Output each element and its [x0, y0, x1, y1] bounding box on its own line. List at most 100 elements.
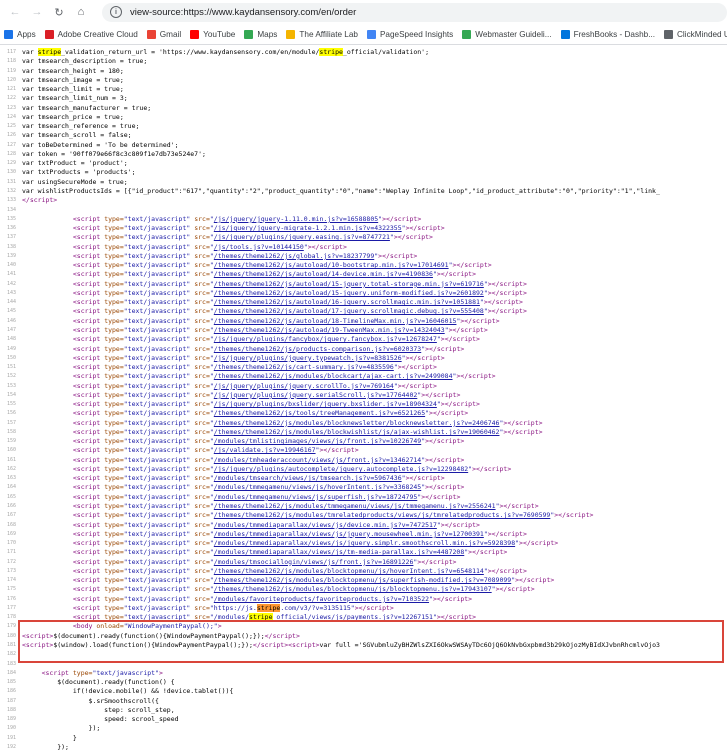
line-content: <script type="text/javascript" src="/js/…: [22, 391, 460, 400]
script-src-link[interactable]: /js/jquery/plugins/autocomplete/jquery.a…: [214, 465, 468, 473]
script-src-link[interactable]: /themes/theme1262/js/autoload/10-bootstr…: [214, 261, 449, 269]
script-src-link[interactable]: /themes/theme1262/js/autoload/16-jquery.…: [214, 298, 480, 306]
line-number: 171: [6, 549, 16, 556]
script-src-link[interactable]: /modules/tmsearch/views/js/tmsearch.js?v…: [214, 474, 402, 482]
script-src-link[interactable]: /js/jquery/plugins/jquery.serialScroll.j…: [214, 391, 418, 399]
script-src-link[interactable]: /themes/theme1262/js/modules/blockwishli…: [214, 428, 500, 436]
script-src-link[interactable]: /modules/tmheaderaccount/views/js/front.…: [214, 456, 421, 464]
attr-name: src=: [190, 576, 210, 585]
code-token: $(document).ready(function(){WindowPayme…: [53, 631, 265, 640]
code-token[interactable]: /modules/: [214, 613, 249, 621]
script-src-link[interactable]: /themes/theme1262/js/modules/tmrelatedpr…: [214, 511, 551, 519]
line-content: <script>$(document).ready(function(){Win…: [22, 632, 300, 641]
code-token: <script>: [22, 641, 54, 649]
script-src-link[interactable]: /themes/theme1262/js/cart-summary.js?v=4…: [214, 363, 394, 371]
script-src-link[interactable]: /themes/theme1262/js/tools/treeManagemen…: [214, 409, 425, 417]
attr-name: type=: [104, 566, 124, 575]
code-token: type=: [104, 603, 124, 612]
script-src-link[interactable]: /modules/tmmediaparallax/views/js/tm-med…: [214, 548, 464, 556]
bookmark-4[interactable]: Maps: [244, 29, 277, 39]
bookmark-1[interactable]: Adobe Creative Cloud: [44, 29, 138, 39]
line-content: var tmsearch_height = 180;: [22, 67, 124, 76]
script-src-link[interactable]: /modules/favoriteproducts/favoriteproduc…: [214, 595, 429, 603]
script-src-link[interactable]: /themes/theme1262/js/modules/blocktopmen…: [214, 567, 484, 575]
url-text[interactable]: view-source:https://www.kaydansensory.co…: [130, 7, 356, 18]
line-number: 189: [6, 716, 16, 723]
script-src-link[interactable]: /themes/theme1262/js/modules/blocknewsle…: [214, 419, 500, 427]
attr-name: type=: [104, 446, 124, 455]
script-src-link[interactable]: /js/jquery/plugins/bxslider/jquery.bxsli…: [214, 400, 437, 408]
script-src-link[interactable]: /themes/theme1262/js/modules/blockcart/a…: [214, 372, 453, 380]
line-number: 152: [6, 373, 16, 380]
script-src-link[interactable]: /js/jquery/plugins/jquery.scrollTo.js?v=…: [214, 382, 394, 390]
script-src-link[interactable]: /modules/tmmediaparallax/views/js/device…: [214, 521, 437, 529]
tag-open: <script: [72, 233, 105, 242]
bookmark-2[interactable]: Gmail: [146, 29, 181, 39]
attr-name: src=: [190, 325, 210, 334]
script-src-link[interactable]: /modules/tmlistingimages/views/js/front.…: [214, 437, 421, 445]
code-token: var txtProduct = 'product';: [22, 159, 128, 168]
attr-name: src=: [190, 585, 210, 594]
code-token: >: [159, 668, 163, 677]
script-src-link[interactable]: /js/jquery/jquery-1.11.0.min.js?v=165888…: [214, 215, 378, 223]
bookmark-0[interactable]: Apps: [4, 29, 36, 39]
attr-name: src=: [190, 566, 210, 575]
address-bar[interactable]: i view-source:https://www.kaydansensory.…: [102, 2, 727, 22]
line-content: step: scroll_step,: [22, 706, 174, 715]
script-src-link[interactable]: /modules/tmmegamenu/views/js/hoverIntent…: [214, 483, 421, 491]
tag-open: <script: [72, 224, 105, 233]
code-token: _official/validation';: [342, 48, 429, 56]
line-number: 186: [6, 688, 16, 695]
bookmark-3[interactable]: YouTube: [190, 29, 235, 39]
back-button[interactable]: ←: [6, 3, 24, 21]
line-content: <script type="text/javascript" src="/mod…: [22, 595, 472, 604]
script-src-link[interactable]: /themes/theme1262/js/autoload/14-device.…: [214, 270, 433, 278]
source-line: 134: [0, 206, 727, 215]
script-src-link[interactable]: /modules/tmmediaparallax/views/js/jquery…: [214, 530, 484, 538]
tag-open: <script: [72, 418, 105, 427]
script-src-link[interactable]: /modules/tmmediaparallax/views/js/jquery…: [214, 539, 515, 547]
attr-name: src=: [190, 529, 210, 538]
script-src-link[interactable]: /modules/tmsociallogin/views/js/front.js…: [214, 558, 414, 566]
bookmark-8[interactable]: FreshBooks - Dashb...: [560, 29, 655, 39]
attr-value: "text/javascript": [123, 251, 191, 260]
source-line: 165 <script type="text/javascript" src="…: [0, 493, 727, 502]
script-src-link[interactable]: /themes/theme1262/js/autoload/15-jquery.…: [214, 280, 484, 288]
attr-name: src=: [190, 251, 210, 260]
source-line: 176 <script type="text/javascript" src="…: [0, 595, 727, 604]
home-button[interactable]: ⌂: [72, 3, 90, 21]
script-src-link[interactable]: /js/validate.js?v=19946167: [214, 446, 316, 454]
script-src-link[interactable]: /themes/theme1262/js/autoload/18-Timelin…: [214, 317, 457, 325]
line-number: 134: [6, 206, 16, 213]
info-icon[interactable]: i: [110, 6, 122, 18]
forward-button[interactable]: →: [28, 3, 46, 21]
attr-name: type=: [104, 353, 124, 362]
script-src-link[interactable]: /themes/theme1262/js/autoload/17-jquery.…: [214, 307, 484, 315]
code-token[interactable]: _official/views/js/payments.js?v=1226715…: [273, 613, 433, 621]
bookmark-9[interactable]: ClickMinded User D...: [664, 29, 727, 39]
script-src-link[interactable]: /themes/theme1262/js/autoload/15-jquery.…: [214, 289, 484, 297]
script-src-link[interactable]: /themes/theme1262/js/autoload/19-TweenMa…: [214, 326, 445, 334]
source-line: 121 var tmsearch_limit = true;: [0, 85, 727, 94]
script-src-link[interactable]: /themes/theme1262/js/modules/blocktopmen…: [214, 576, 511, 584]
line-number: 156: [6, 410, 16, 417]
script-src-link[interactable]: /js/tools.js?v=10144150: [214, 243, 304, 251]
bookmark-6[interactable]: PageSpeed Insights: [366, 29, 453, 39]
script-src-link[interactable]: /themes/theme1262/js/products-comparison…: [214, 345, 421, 353]
bookmark-5[interactable]: The Affiliate Lab: [286, 29, 358, 39]
script-src-link[interactable]: /js/jquery/jquery-migrate-1.2.1.min.js?v…: [214, 224, 402, 232]
script-src-link[interactable]: /themes/theme1262/js/modules/tmmegamenu/…: [214, 502, 496, 510]
script-src-link[interactable]: /js/jquery/plugins/fancybox/jquery.fancy…: [214, 335, 437, 343]
script-src-link[interactable]: /js/jquery/plugins/jquery.typewatch.js?v…: [214, 354, 402, 362]
script-src-link[interactable]: /themes/theme1262/js/global.js?v=1823779…: [214, 252, 374, 260]
line-content: <script type="text/javascript" src="/the…: [22, 363, 437, 372]
script-src-link[interactable]: /themes/theme1262/js/modules/blocktopmen…: [214, 585, 492, 593]
reload-button[interactable]: ↻: [50, 3, 68, 21]
browser-toolbar: ← → ↻ ⌂ i view-source:https://www.kaydan…: [0, 0, 727, 24]
bookmark-7[interactable]: Webmaster Guideli...: [462, 29, 552, 39]
script-src-link[interactable]: /modules/tmmegamenu/views/js/superfish.j…: [214, 493, 418, 501]
script-src-link[interactable]: /js/jquery/plugins/jquery.easing.js?v=87…: [214, 233, 390, 241]
line-number: 126: [6, 132, 16, 139]
